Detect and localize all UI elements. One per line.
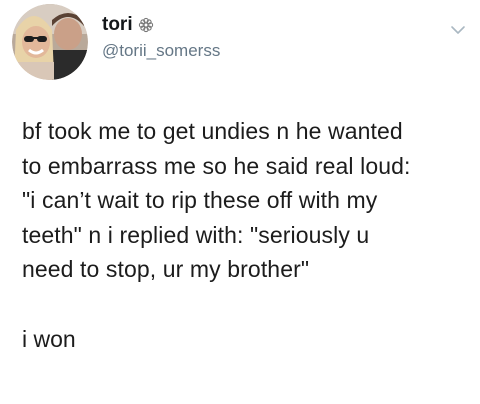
- author-name-row[interactable]: tori: [102, 13, 220, 37]
- chevron-down-icon[interactable]: [450, 24, 466, 36]
- author-names: tori @torii_somerss: [102, 13, 220, 63]
- tweet-closing-line: i won: [22, 326, 76, 352]
- tweet-text-line: to embarrass me so he said real loud:: [22, 152, 411, 179]
- tweet-header: tori @torii_somerss: [12, 4, 220, 80]
- tweet-card: tori @torii_somerss bf took me to get un…: [0, 0, 480, 404]
- tweet-text-line: need to stop, ur my brother": [22, 256, 310, 282]
- tweet-text-line: bf took me to get undies n he wanted: [22, 118, 403, 144]
- author-handle[interactable]: @torii_somerss: [102, 39, 220, 63]
- avatar-photo: [12, 4, 88, 80]
- tweet-text: bf took me to get undies n he wanted to …: [22, 114, 472, 287]
- tweet-text-line: "i can’t wait to rip these off with my: [22, 187, 378, 213]
- flower-emoji-icon: [138, 17, 153, 33]
- display-name[interactable]: tori: [102, 13, 133, 37]
- avatar[interactable]: [12, 4, 88, 80]
- tweet-text-line: teeth" n i replied with: "seriously u: [22, 221, 370, 248]
